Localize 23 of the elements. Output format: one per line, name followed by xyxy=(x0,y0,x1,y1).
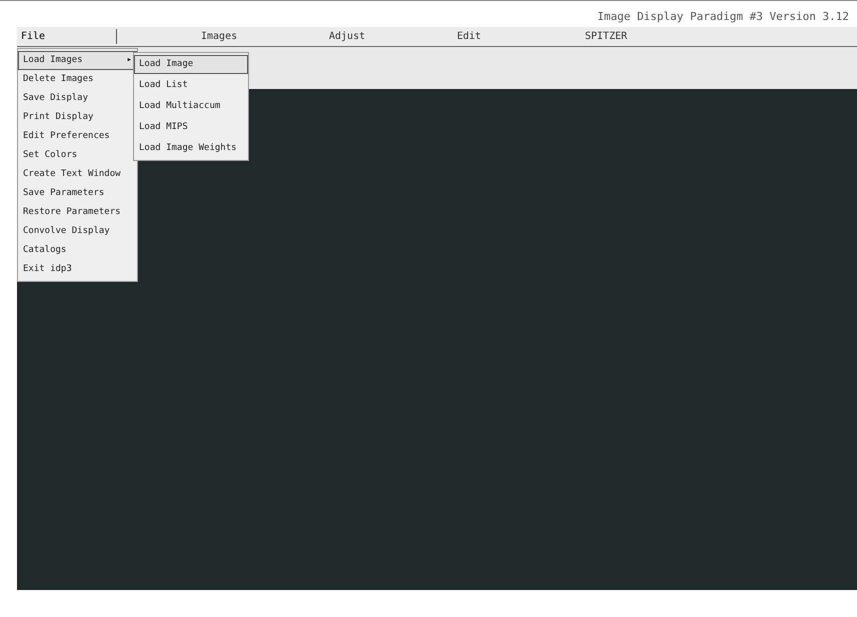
menu-item[interactable]: Load List xyxy=(134,76,248,95)
menu-item[interactable]: Catalogs xyxy=(18,241,137,260)
menu-item[interactable]: Set Colors xyxy=(18,146,137,165)
menu-title[interactable]: Images xyxy=(197,29,245,44)
menu-item[interactable]: Create Text Window xyxy=(18,165,137,184)
menu-item[interactable]: Load Image Weights xyxy=(134,139,248,158)
menu-item[interactable]: Load Multiaccum xyxy=(134,97,248,116)
window-title: Image Display Paradigm #3 Version 3.12 xyxy=(597,8,849,24)
menu-title[interactable]: SPITZER xyxy=(581,29,629,44)
menu-item[interactable]: Edit Preferences xyxy=(18,127,137,146)
menu-title[interactable]: File xyxy=(17,29,117,44)
menu-item[interactable]: Restore Parameters xyxy=(18,203,137,222)
menu-item[interactable]: Save Display xyxy=(18,89,137,108)
menu-title[interactable]: Adjust xyxy=(325,29,373,44)
menu-item[interactable]: Print Display xyxy=(18,108,137,127)
menu-item[interactable]: Convolve Display xyxy=(18,222,137,241)
menu-item[interactable]: Load Image xyxy=(134,55,248,74)
menu-item[interactable]: Delete Images xyxy=(18,70,137,89)
menu-item[interactable]: Load MIPS xyxy=(134,118,248,137)
menu-item[interactable]: Exit idp3 xyxy=(18,260,137,279)
menu-item[interactable]: Load Images ▸ xyxy=(18,51,137,70)
menu-title[interactable]: Edit xyxy=(453,29,501,44)
menu-item[interactable]: Save Parameters xyxy=(18,184,137,203)
